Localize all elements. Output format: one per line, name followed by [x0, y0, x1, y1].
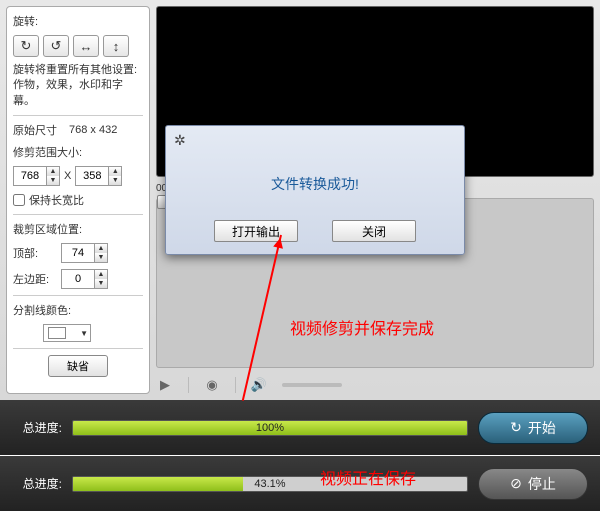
dialog-buttons: 打开输出 关闭 — [174, 220, 456, 242]
down-icon[interactable]: ▼ — [95, 279, 107, 288]
close-button[interactable]: 关闭 — [332, 220, 416, 242]
rotate-cw-icon[interactable]: ↻ — [13, 35, 39, 57]
orig-size-label: 原始尺寸 — [13, 122, 57, 138]
keep-ratio-label: 保持长宽比 — [29, 192, 84, 208]
up-icon[interactable]: ▲ — [109, 167, 121, 176]
flip-v-icon[interactable]: ↕ — [103, 35, 129, 57]
top-stepper[interactable]: ▲▼ — [61, 243, 108, 263]
top-label: 顶部: — [13, 245, 57, 261]
down-icon[interactable]: ▼ — [95, 253, 107, 262]
progress-bar-full: 100% — [72, 420, 468, 436]
app-window: 旋转: ↻ ↺ ↔ ↕ 旋转将重置所有其他设置: 作物，效果，水印和字幕。 原始… — [0, 0, 600, 511]
divider — [13, 295, 143, 296]
up-icon[interactable]: ▲ — [95, 270, 107, 279]
rotate-ccw-icon[interactable]: ↺ — [43, 35, 69, 57]
dialog-message: 文件转换成功! — [174, 174, 456, 194]
sidebar: 旋转: ↻ ↺ ↔ ↕ 旋转将重置所有其他设置: 作物，效果，水印和字幕。 原始… — [6, 6, 150, 394]
footer-complete: 总进度: 100% ↻ 开始 — [0, 400, 600, 455]
top-row: 顶部: ▲▼ — [13, 243, 143, 263]
separator — [188, 377, 189, 393]
open-output-button[interactable]: 打开输出 — [214, 220, 298, 242]
keep-ratio-input[interactable] — [13, 194, 25, 206]
progress-label: 总进度: — [12, 419, 62, 436]
crop-size-label: 修剪范围大小: — [13, 144, 143, 160]
stop-icon: ⊘ — [510, 475, 522, 492]
annotation-saving: 视频正在保存 — [320, 465, 416, 489]
keep-ratio-checkbox[interactable]: 保持长宽比 — [13, 192, 143, 208]
crop-pos-label: 裁剪区域位置: — [13, 221, 143, 237]
width-input[interactable] — [14, 167, 46, 185]
annotation-done: 视频修剪并保存完成 — [290, 315, 434, 339]
down-icon[interactable]: ▼ — [109, 176, 121, 185]
divider — [13, 115, 143, 116]
color-swatch — [48, 327, 66, 339]
height-input[interactable] — [76, 167, 108, 185]
top-input[interactable] — [62, 244, 94, 262]
volume-slider[interactable] — [282, 383, 342, 387]
rotate-label: 旋转: — [13, 13, 143, 29]
divider — [13, 214, 143, 215]
success-dialog: ✲ 文件转换成功! 打开输出 关闭 — [165, 125, 465, 255]
left-stepper[interactable]: ▲▼ — [61, 269, 108, 289]
refresh-icon: ↻ — [510, 419, 522, 436]
width-stepper[interactable]: ▲▼ — [13, 166, 60, 186]
rotate-buttons: ↻ ↺ ↔ ↕ — [13, 35, 143, 57]
color-picker[interactable]: ▼ — [43, 324, 91, 342]
down-icon[interactable]: ▼ — [47, 176, 59, 185]
play-icon[interactable]: ▶ — [156, 376, 174, 394]
rotate-note: 旋转将重置所有其他设置: 作物，效果，水印和字幕。 — [13, 63, 143, 109]
flip-h-icon[interactable]: ↔ — [73, 35, 99, 57]
orig-size-row: 原始尺寸 768 x 432 — [13, 122, 143, 138]
defaults-button[interactable]: 缺省 — [48, 355, 108, 377]
dialog-titlebar: ✲ — [174, 132, 456, 148]
divider — [13, 348, 143, 349]
left-label: 左边距: — [13, 271, 57, 287]
snapshot-icon[interactable]: ◉ — [203, 376, 221, 394]
divider-color-label: 分割线颜色: — [13, 302, 143, 318]
start-button[interactable]: ↻ 开始 — [478, 412, 588, 444]
height-stepper[interactable]: ▲▼ — [75, 166, 122, 186]
orig-size-value: 768 x 432 — [69, 124, 117, 136]
stop-button[interactable]: ⊘ 停止 — [478, 468, 588, 500]
volume-icon[interactable]: 🔊 — [250, 376, 268, 394]
player-controls: ▶ ◉ 🔊 — [156, 376, 594, 394]
chevron-down-icon: ▼ — [80, 329, 88, 338]
stop-label: 停止 — [528, 474, 556, 494]
up-icon[interactable]: ▲ — [95, 244, 107, 253]
up-icon[interactable]: ▲ — [47, 167, 59, 176]
separator — [235, 377, 236, 393]
x-label: X — [64, 170, 71, 182]
start-label: 开始 — [528, 418, 556, 438]
left-input[interactable] — [62, 270, 94, 288]
gear-icon: ✲ — [174, 132, 190, 148]
crop-size-row: ▲▼ X ▲▼ — [13, 166, 143, 186]
footer-inprogress: 总进度: 43.1% ⊘ 停止 — [0, 456, 600, 511]
left-row: 左边距: ▲▼ — [13, 269, 143, 289]
progress-label: 总进度: — [12, 475, 62, 492]
progress-text: 100% — [73, 421, 467, 435]
